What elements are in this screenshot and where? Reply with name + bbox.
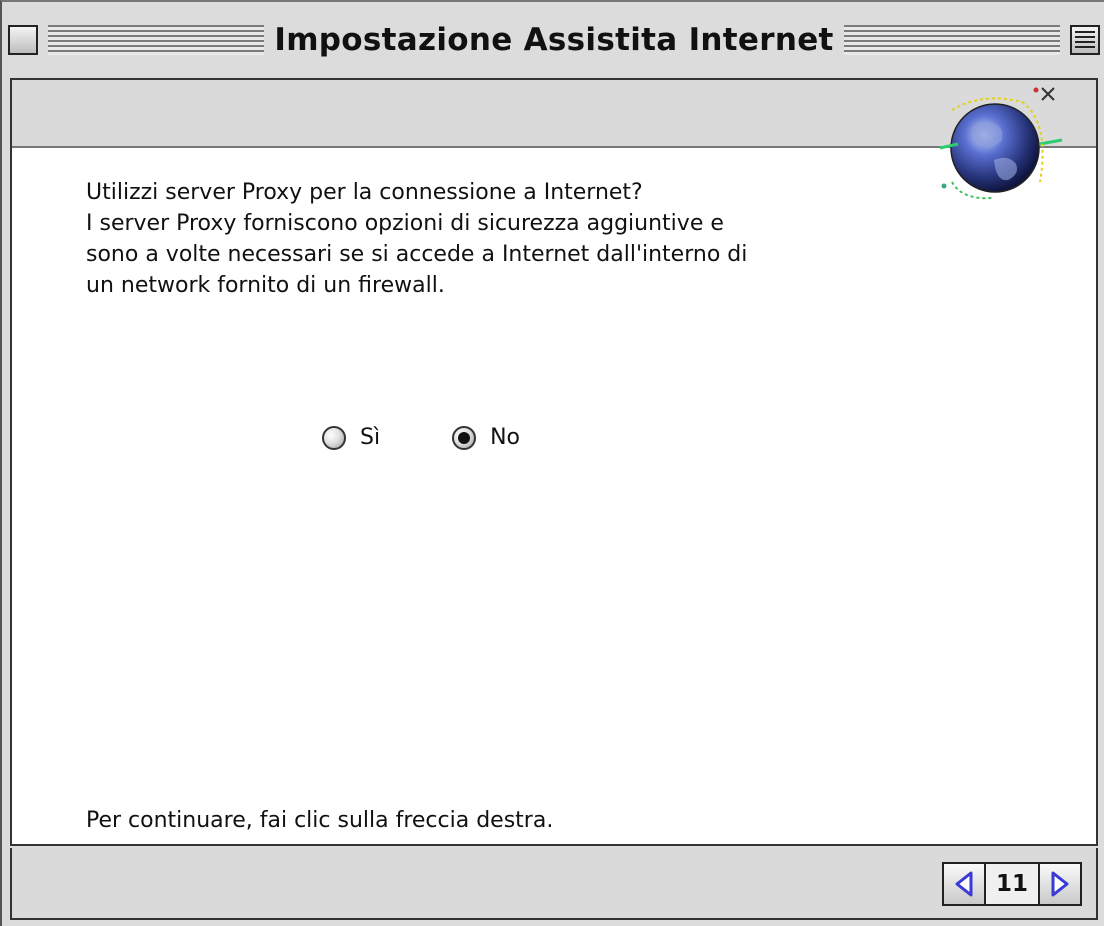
radio-button-si[interactable] — [322, 425, 346, 450]
title-bar[interactable]: Impostazione Assistita Internet — [8, 8, 1101, 72]
previous-page-button[interactable] — [944, 864, 986, 904]
title-stripes-right — [843, 25, 1061, 55]
close-box-button[interactable] — [8, 25, 38, 55]
content-pane: Utilizzi server Proxy per la connessione… — [10, 78, 1098, 846]
description-line: I server Proxy forniscono opzioni di sic… — [86, 211, 724, 236]
window-title: Impostazione Assistita Internet — [274, 22, 834, 58]
right-arrow-icon — [1051, 871, 1069, 897]
description-line: sono a volte necessari se si accede a In… — [86, 242, 748, 267]
collapse-box-button[interactable] — [1070, 25, 1101, 55]
proxy-radio-group: Sì No — [322, 425, 592, 450]
next-page-button[interactable] — [1038, 864, 1080, 904]
radio-label-si: Sì — [360, 425, 381, 450]
proxy-description: Utilizzi server Proxy per la connessione… — [86, 177, 886, 301]
left-arrow-icon — [955, 871, 973, 897]
page-navigator: 11 — [942, 862, 1082, 906]
description-line: un network fornito di un firewall. — [86, 273, 445, 298]
assistant-window: Impostazione Assistita Internet Utilizzi… — [0, 0, 1104, 926]
title-stripes-left — [48, 25, 265, 55]
radio-option-si[interactable]: Sì — [322, 425, 380, 450]
page-number: 11 — [986, 864, 1038, 904]
continue-instruction: Per continuare, fai clic sulla freccia d… — [86, 808, 554, 833]
navigation-bar: 11 — [10, 848, 1098, 920]
description-line: Utilizzi server Proxy per la connessione… — [86, 180, 643, 205]
radio-button-no[interactable] — [452, 425, 477, 450]
radio-label-no: No — [490, 425, 520, 450]
globe-icon — [939, 87, 1063, 200]
radio-option-no[interactable]: No — [452, 425, 520, 450]
